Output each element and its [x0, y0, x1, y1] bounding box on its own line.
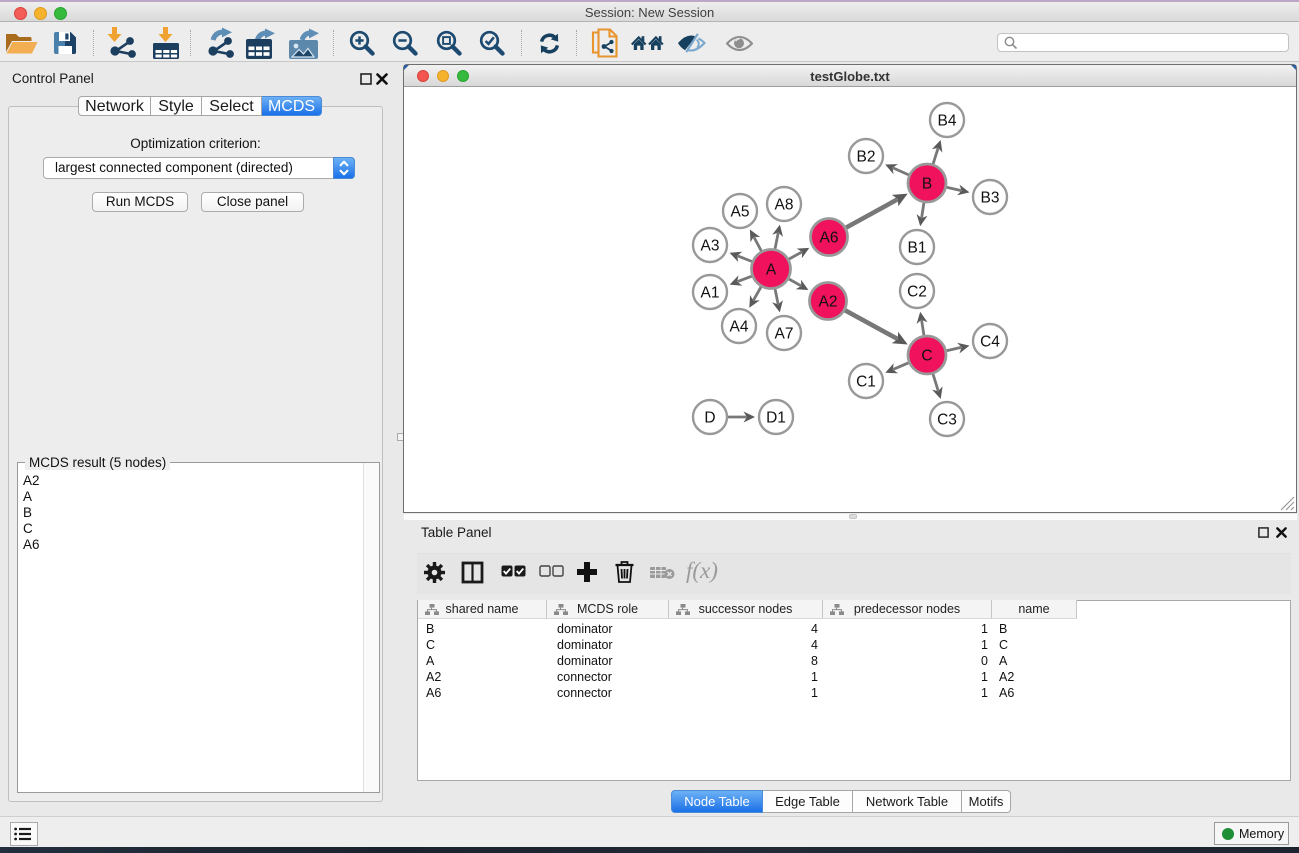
svg-text:A6: A6 [820, 230, 839, 247]
svg-text:B: B [922, 176, 932, 193]
svg-text:C4: C4 [980, 334, 1000, 351]
svg-text:C2: C2 [907, 284, 927, 301]
svg-text:B4: B4 [938, 113, 957, 130]
svg-text:A3: A3 [701, 238, 720, 255]
svg-text:A5: A5 [731, 204, 750, 221]
svg-text:C: C [921, 348, 932, 365]
svg-text:B1: B1 [908, 240, 927, 257]
svg-text:A: A [766, 262, 777, 279]
svg-text:A1: A1 [701, 285, 720, 302]
svg-text:A4: A4 [730, 319, 749, 336]
svg-text:B2: B2 [857, 149, 876, 166]
svg-text:C1: C1 [856, 374, 876, 391]
svg-text:D1: D1 [766, 410, 786, 427]
svg-text:A7: A7 [775, 326, 794, 343]
svg-text:C3: C3 [937, 412, 957, 429]
svg-text:A2: A2 [819, 294, 838, 311]
svg-text:D: D [704, 410, 715, 427]
svg-text:A8: A8 [775, 197, 794, 214]
svg-text:B3: B3 [981, 190, 1000, 207]
